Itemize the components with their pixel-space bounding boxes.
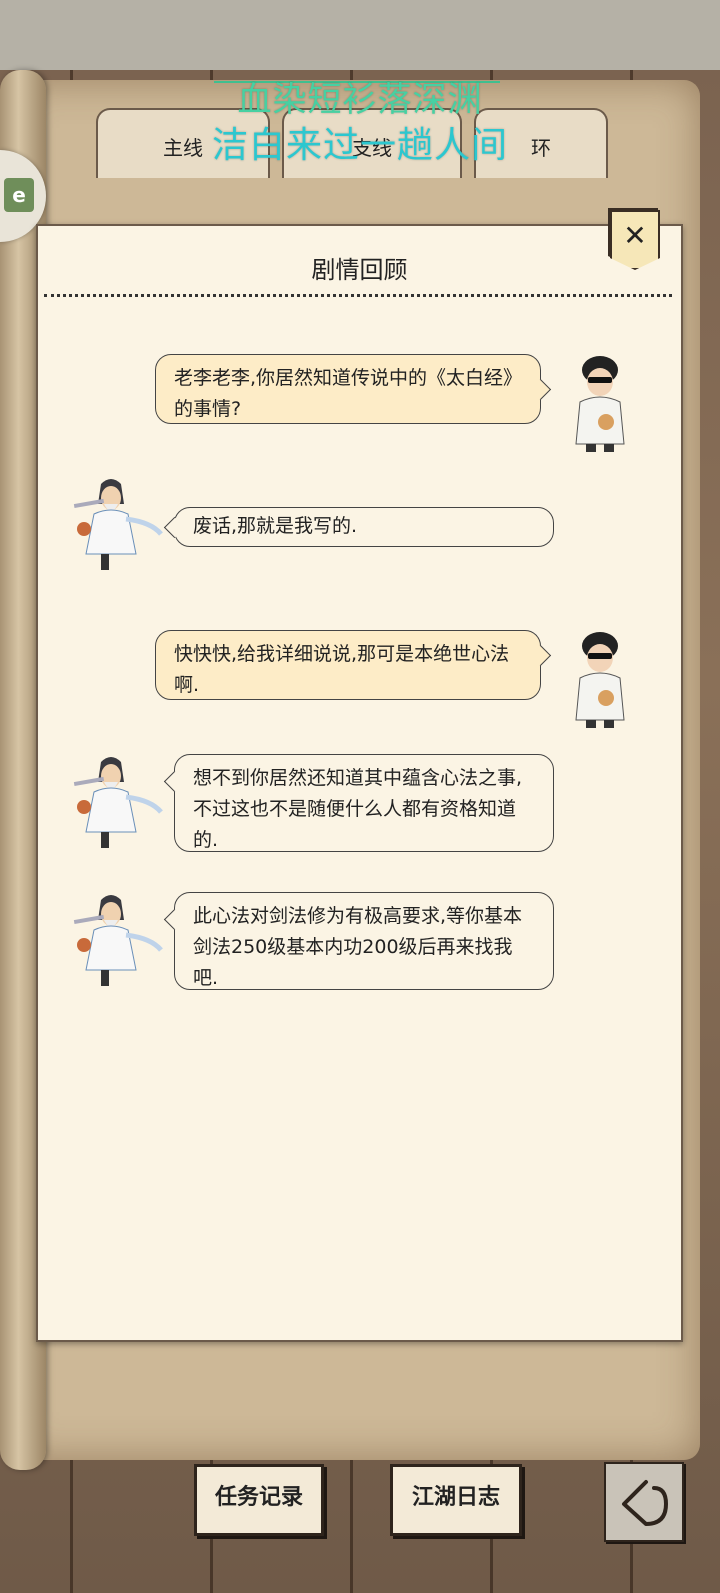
message-text: 想不到你居然还知道其中蕴含心法之事,不过这也不是随便什么人都有资格知道的. <box>193 767 523 851</box>
side-badge-label: e <box>4 178 34 212</box>
dialog-title: 剧情回顾 <box>311 256 408 284</box>
npc-old-li-avatar-icon <box>73 757 163 848</box>
chat-bubble-npc: 废话,那就是我写的. <box>174 507 554 547</box>
close-button[interactable]: ✕ <box>610 210 660 270</box>
message-text: 此心法对剑法修为有极高要求,等你基本剑法250级基本内功200级后再来找我吧. <box>193 905 523 989</box>
player-avatar-icon <box>575 632 625 728</box>
back-button[interactable] <box>604 1462 684 1542</box>
close-icon: ✕ <box>623 219 647 252</box>
task-log-button[interactable]: 任务记录 <box>194 1464 324 1536</box>
npc-old-li-avatar-icon <box>73 479 163 570</box>
player-avatar-icon <box>575 356 625 452</box>
npc-old-li-avatar-icon <box>73 895 163 986</box>
back-arrow-icon <box>622 1480 668 1526</box>
lyric-line-1: 血染短衫落深渊 <box>237 80 483 120</box>
lyric-line-2: 洁白来过一趟人间 <box>211 125 508 166</box>
status-strip <box>0 0 720 70</box>
chat-bubble-player: 老李老李,你居然知道传说中的《太白经》的事情? <box>155 354 541 424</box>
message-text: 老李老李,你居然知道传说中的《太白经》的事情? <box>174 367 513 420</box>
chat-bubble-player: 快快快,给我详细说说,那可是本绝世心法啊. <box>155 630 541 700</box>
chat-bubble-npc: 此心法对剑法修为有极高要求,等你基本剑法250级基本内功200级后再来找我吧. <box>174 892 554 990</box>
jianghu-journal-button[interactable]: 江湖日志 <box>390 1464 522 1536</box>
title-divider <box>44 294 672 297</box>
message-text: 快快快,给我详细说说,那可是本绝世心法啊. <box>174 643 510 696</box>
message-text: 废话,那就是我写的. <box>193 515 358 537</box>
chat-bubble-npc: 想不到你居然还知道其中蕴含心法之事,不过这也不是随便什么人都有资格知道的. <box>174 754 554 852</box>
